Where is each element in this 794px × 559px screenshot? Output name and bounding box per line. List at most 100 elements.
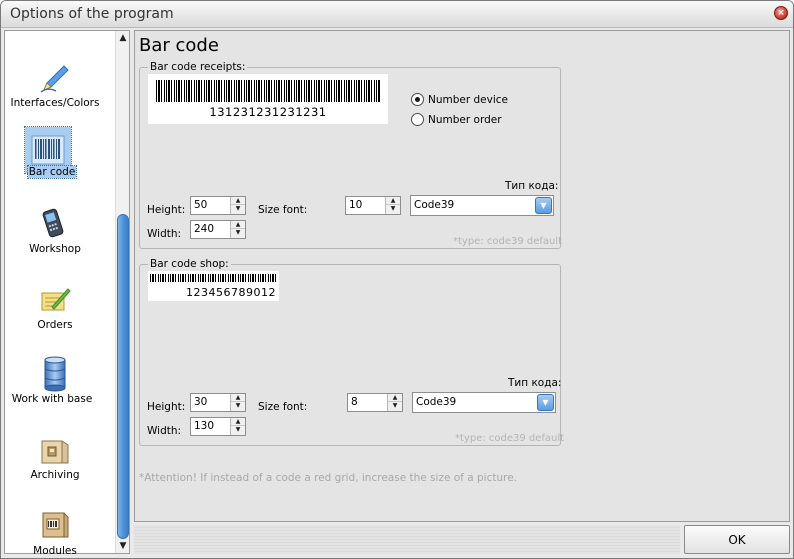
spin-buttons: ▲ ▼ (230, 197, 245, 214)
sidebar-item-work-with-base[interactable]: Work with base (5, 351, 115, 426)
receipts-group-title: Bar code receipts: (148, 61, 248, 73)
scroll-down-icon[interactable]: ▼ (116, 539, 130, 553)
combo-value: Code39 (414, 199, 455, 211)
spin-down-icon[interactable]: ▼ (231, 205, 245, 213)
sidebar-item-orders[interactable]: Orders (5, 277, 115, 352)
spin-value: 240 (194, 223, 215, 235)
receipts-barcode-preview: 131231231231231 (148, 74, 388, 124)
spin-down-icon[interactable]: ▼ (231, 402, 245, 410)
sidebar-item-label: Archiving (30, 469, 80, 481)
database-icon (32, 351, 78, 397)
pen-icon (32, 55, 78, 101)
sidebar-list: Interfaces/Colors Bar code Workshop Orde… (2, 31, 115, 557)
height-label: Height: (147, 204, 186, 216)
sidebar-item-label: Orders (37, 319, 73, 331)
shop-group-title: Bar code shop: (148, 258, 231, 270)
spin-value: 8 (351, 396, 358, 408)
spin-value: 50 (194, 199, 208, 211)
close-button[interactable]: × (774, 6, 788, 20)
sidebar-scrollbar[interactable]: ▲ ▼ (115, 31, 129, 553)
sidebar-item-label: Modules (33, 545, 77, 557)
spin-down-icon[interactable]: ▼ (231, 426, 245, 434)
radio-label: Number order (428, 113, 502, 126)
close-icon: × (777, 8, 785, 18)
spin-down-icon[interactable]: ▼ (386, 205, 400, 213)
sidebar-item-bar-code[interactable]: Bar code (2, 126, 115, 202)
sidebar-item-label: Bar code (2, 165, 102, 179)
radio-label: Number device (428, 93, 509, 106)
spin-buttons: ▲ ▼ (230, 418, 245, 435)
scroll-thumb[interactable] (117, 214, 129, 539)
sidebar-item-interfaces-colors[interactable]: Interfaces/Colors (5, 55, 115, 130)
title-bar: Options of the program × (1, 1, 793, 28)
code-type-label: Тип кода: (505, 180, 559, 192)
sidebar-item-label: Work with base (11, 393, 93, 405)
spin-buttons: ▲ ▼ (230, 221, 245, 238)
shop-hint: *type: code39 default (455, 433, 565, 444)
modules-icon (32, 501, 78, 547)
shop-group: Bar code shop: 123456789012 Тип кода: He… (139, 258, 565, 446)
receipts-group: Bar code receipts: 131231231231231 Numbe… (139, 61, 563, 249)
spin-buttons: ▲ ▼ (387, 394, 402, 411)
ok-button[interactable]: OK (684, 525, 790, 554)
radio-circle (411, 113, 424, 126)
chevron-down-icon[interactable]: ▼ (535, 197, 552, 214)
spin-buttons: ▲ ▼ (385, 197, 400, 214)
chevron-down-icon[interactable]: ▼ (537, 394, 554, 411)
spin-value: 10 (349, 199, 363, 211)
shop-height-stepper[interactable]: 30 ▲ ▼ (190, 393, 246, 412)
receipts-barcode-bars (156, 80, 380, 102)
main-panel: Bar code Bar code receipts: 131231231231… (134, 30, 790, 522)
receipts-width-stepper[interactable]: 240 ▲ ▼ (190, 220, 246, 239)
receipts-barcode-number: 131231231231231 (209, 105, 327, 119)
shop-barcode-number: 123456789012 (186, 286, 276, 299)
spin-value: 130 (194, 420, 215, 432)
spin-up-icon[interactable]: ▲ (386, 197, 400, 205)
bottom-strip (134, 525, 680, 554)
shop-code-type-select[interactable]: Code39 ▼ (412, 392, 556, 413)
receipts-size-font-stepper[interactable]: 10 ▲ ▼ (345, 196, 401, 215)
phone-icon (32, 201, 78, 247)
spin-value: 30 (194, 396, 208, 408)
height-label: Height: (147, 401, 186, 413)
radio-dot (415, 97, 420, 102)
radio-number-order[interactable]: Number order (411, 113, 502, 126)
spin-buttons: ▲ ▼ (230, 394, 245, 411)
shop-size-font-stepper[interactable]: 8 ▲ ▼ (347, 393, 403, 412)
sidebar-item-label-text: Bar code (26, 165, 78, 179)
sidebar: Interfaces/Colors Bar code Workshop Orde… (2, 30, 130, 557)
spin-up-icon[interactable]: ▲ (388, 394, 402, 402)
spin-up-icon[interactable]: ▲ (231, 394, 245, 402)
options-window: Options of the program × Interfaces/Colo… (0, 0, 794, 559)
sidebar-item-label: Interfaces/Colors (10, 97, 100, 109)
spin-up-icon[interactable]: ▲ (231, 221, 245, 229)
sidebar-item-modules[interactable]: Modules (5, 501, 115, 558)
width-label: Width: (147, 425, 182, 437)
spin-up-icon[interactable]: ▲ (231, 418, 245, 426)
shop-width-stepper[interactable]: 130 ▲ ▼ (190, 417, 246, 436)
archive-icon (32, 427, 78, 473)
attention-note: *Attention! If instead of a code a red g… (139, 472, 517, 484)
spin-up-icon[interactable]: ▲ (231, 197, 245, 205)
code-type-label: Тип кода: (508, 377, 562, 389)
window-title: Options of the program (10, 6, 174, 22)
sidebar-item-label: Workshop (29, 243, 81, 255)
size-font-label: Size font: (258, 204, 308, 216)
receipts-height-stepper[interactable]: 50 ▲ ▼ (190, 196, 246, 215)
shop-barcode-preview: 123456789012 (148, 271, 279, 301)
radio-circle (411, 93, 424, 106)
sidebar-item-archiving[interactable]: Archiving (5, 427, 115, 502)
width-label: Width: (147, 228, 182, 240)
shop-barcode-bars (150, 274, 276, 282)
size-font-label: Size font: (258, 401, 308, 413)
sidebar-item-workshop[interactable]: Workshop (5, 201, 115, 276)
spin-down-icon[interactable]: ▼ (388, 402, 402, 410)
scroll-up-icon[interactable]: ▲ (116, 31, 130, 45)
receipts-code-type-select[interactable]: Code39 ▼ (410, 195, 554, 216)
spin-down-icon[interactable]: ▼ (231, 229, 245, 237)
combo-value: Code39 (416, 396, 457, 408)
radio-number-device[interactable]: Number device (411, 93, 508, 106)
orders-icon (32, 277, 78, 323)
receipts-hint: *type: code39 default (453, 236, 563, 247)
page-title: Bar code (139, 35, 219, 56)
